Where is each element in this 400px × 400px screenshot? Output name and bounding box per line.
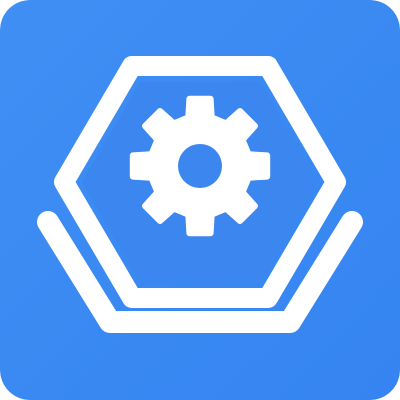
gear-icon [129, 95, 271, 237]
app-icon[interactable] [0, 0, 400, 400]
app-icon-graphic [0, 0, 400, 400]
app-icon-canvas [0, 0, 400, 400]
gear-hole [178, 144, 222, 188]
